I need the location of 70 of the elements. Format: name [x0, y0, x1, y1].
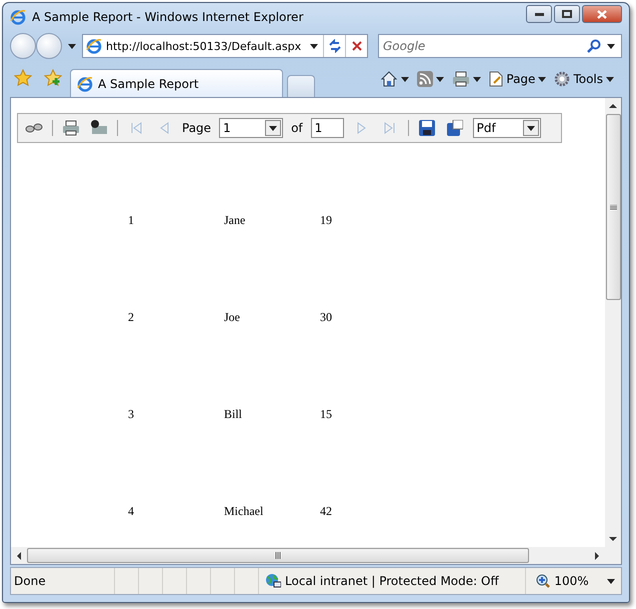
caret-icon: [538, 76, 546, 82]
close-icon: [597, 10, 607, 18]
feed-icon: [417, 71, 434, 87]
search-field[interactable]: Google: [378, 34, 622, 58]
export-format-select[interactable]: Pdf: [472, 118, 541, 138]
vertical-scrollbar[interactable]: [605, 98, 621, 547]
print-button[interactable]: [452, 71, 482, 87]
back-button[interactable]: [10, 33, 36, 59]
globe-icon: [265, 573, 281, 589]
browser-logo-icon: [77, 76, 93, 92]
next-icon: [356, 122, 368, 134]
grip-icon: [610, 204, 616, 210]
browser-tab[interactable]: A Sample Report: [70, 69, 283, 97]
maximize-icon: [562, 10, 572, 18]
status-text: Done: [14, 574, 46, 588]
feeds-button[interactable]: [417, 71, 444, 87]
page-menu-button[interactable]: Page: [489, 71, 546, 87]
security-zone-text: Local intranet | Protected Mode: Off: [285, 574, 499, 588]
history-caret-icon: [68, 44, 76, 48]
report-cell: 1: [128, 213, 134, 227]
maximize-button[interactable]: [554, 5, 580, 23]
grip-icon: [274, 552, 282, 559]
report-cell: 4: [128, 504, 134, 518]
export-icon: [446, 120, 463, 136]
export-button[interactable]: [444, 118, 465, 138]
horizontal-scrollbar[interactable]: [11, 547, 621, 564]
previous-icon: [158, 122, 170, 134]
report-cell: 3: [128, 407, 134, 421]
page-select[interactable]: 1: [219, 118, 284, 138]
page-count-field: 1: [310, 118, 344, 138]
close-button[interactable]: [582, 5, 622, 23]
report-cell: 42: [320, 504, 332, 518]
caret-icon: [473, 76, 482, 82]
report-cell: 30: [320, 310, 332, 324]
caret-icon: [436, 76, 444, 82]
minimize-button[interactable]: [526, 5, 552, 23]
of-label: of: [291, 121, 303, 135]
caret-icon: [269, 126, 278, 130]
page-label: Page: [182, 121, 212, 135]
home-icon: [380, 70, 398, 88]
caret-icon: [401, 76, 410, 82]
home-button[interactable]: [380, 70, 410, 88]
window-title: A Sample Report - Windows Internet Explorer: [32, 10, 304, 24]
save-button[interactable]: [416, 118, 437, 138]
zoom-button[interactable]: 100%: [536, 574, 615, 588]
report-cell: 2: [128, 310, 134, 324]
binoculars-icon: [25, 122, 43, 134]
report-cell: 15: [320, 407, 332, 421]
page-icon: [489, 71, 504, 87]
zoom-icon: [536, 574, 550, 588]
star-plus-icon: [44, 68, 62, 86]
report-cell: Jane: [224, 213, 246, 227]
gear-icon: [554, 71, 570, 87]
minimize-icon: [534, 12, 544, 16]
caret-icon: [606, 578, 615, 584]
caret-icon: [606, 76, 614, 82]
report-cell: 19: [320, 213, 332, 227]
star-icon: [14, 68, 32, 86]
caret-icon: [526, 126, 535, 130]
search-caret-icon: [607, 44, 615, 48]
tools-menu-button[interactable]: Tools: [554, 71, 614, 87]
browser-logo-icon: [10, 9, 26, 25]
report-cell: Michael: [224, 504, 264, 518]
last-page-icon: [384, 122, 396, 134]
report-cell: Joe: [224, 310, 240, 324]
report-cell: Bill: [224, 407, 242, 421]
forward-button[interactable]: [36, 33, 62, 59]
search-icon: [587, 39, 601, 53]
print-button[interactable]: [61, 118, 81, 138]
first-page-icon: [130, 122, 142, 134]
